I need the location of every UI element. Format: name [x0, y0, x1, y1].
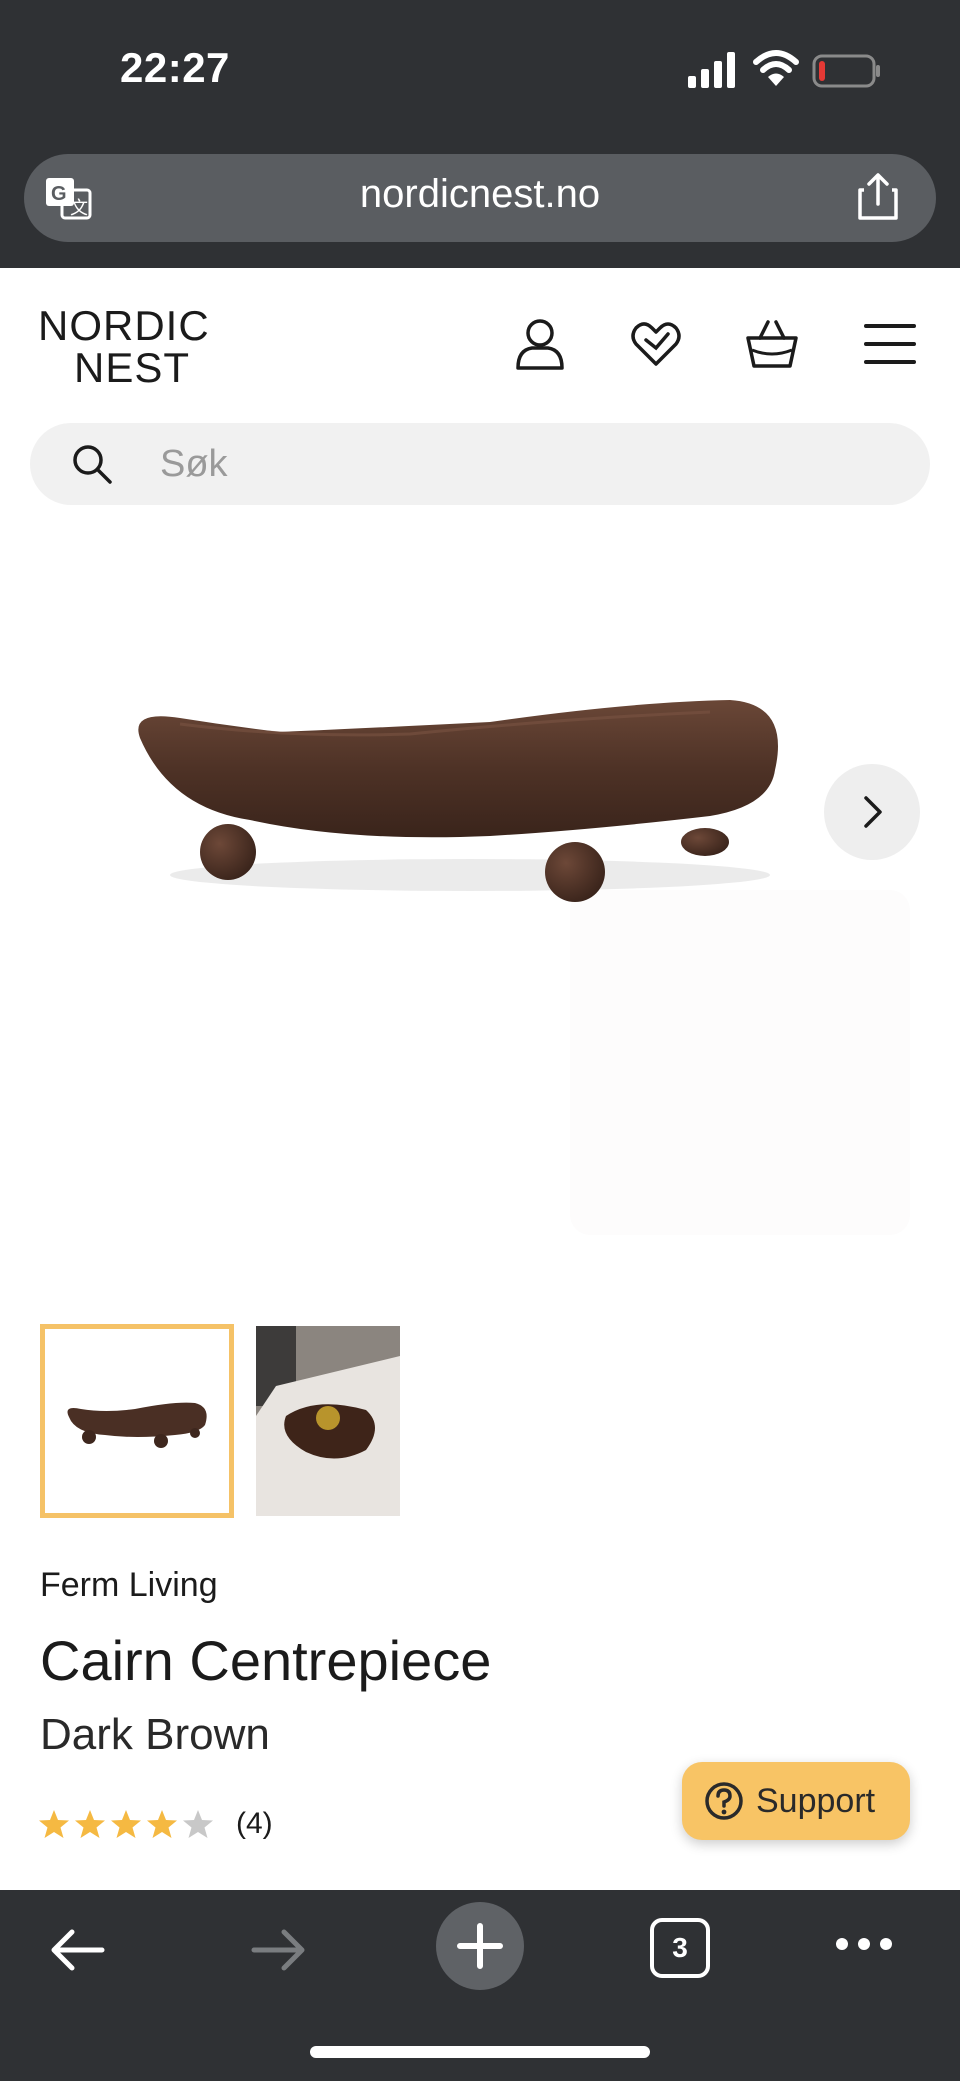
signal-icon	[688, 52, 735, 88]
next-image-button[interactable]	[824, 764, 920, 860]
share-icon[interactable]	[856, 172, 900, 222]
star-filled-icon	[75, 1810, 105, 1838]
support-label: Support	[756, 1781, 876, 1820]
help-circle-icon	[705, 1782, 743, 1820]
support-button[interactable]: Support	[682, 1762, 910, 1840]
brand-name[interactable]: Ferm Living	[40, 1566, 218, 1605]
menu-icon[interactable]	[862, 316, 918, 372]
translate-icon[interactable]: G 文	[44, 176, 92, 220]
thumbnail-lifestyle-image	[256, 1326, 400, 1516]
wifi-icon	[753, 50, 799, 86]
new-tab-plus-icon[interactable]	[436, 1902, 524, 1990]
url-text[interactable]: nordicnest.no	[280, 172, 680, 217]
back-arrow-icon[interactable]	[46, 1922, 108, 1978]
tabs-button[interactable]: 3	[650, 1918, 710, 1978]
rating-stars	[38, 1808, 218, 1840]
image-background-panel	[570, 890, 910, 1235]
nordic-nest-logo[interactable]: NORDIC NEST	[38, 302, 228, 391]
search-input[interactable]	[160, 437, 860, 491]
svg-text:G: G	[51, 183, 67, 205]
star-filled-icon	[111, 1810, 141, 1838]
product-title: Cairn Centrepiece	[40, 1629, 492, 1692]
search-icon	[73, 445, 112, 484]
logo-line-1: NORDIC	[38, 302, 210, 349]
star-filled-icon	[147, 1810, 177, 1838]
shopping-basket-icon[interactable]	[744, 316, 800, 372]
chevron-right-icon	[864, 796, 882, 828]
product-thumbnail-2[interactable]	[256, 1326, 400, 1516]
wishlist-heart-icon[interactable]	[628, 316, 684, 372]
home-indicator[interactable]	[310, 2046, 650, 2058]
forward-arrow-icon[interactable]	[248, 1922, 310, 1978]
product-thumbnail-1[interactable]	[40, 1324, 234, 1518]
product-image[interactable]	[110, 620, 810, 920]
review-count: (4)	[236, 1807, 273, 1840]
product-variant: Dark Brown	[40, 1710, 270, 1759]
star-empty-icon	[183, 1810, 213, 1838]
battery-icon	[812, 54, 880, 88]
logo-line-2: NEST	[74, 344, 191, 391]
product-rating[interactable]: (4)	[38, 1804, 273, 1844]
thumbnail-image	[67, 1402, 207, 1448]
svg-text:文: 文	[70, 198, 88, 218]
status-time: 22:27	[120, 44, 230, 91]
account-icon[interactable]	[512, 316, 568, 372]
more-options-icon[interactable]	[834, 1936, 894, 1952]
star-filled-icon	[39, 1810, 69, 1838]
tab-count: 3	[672, 1932, 688, 1963]
